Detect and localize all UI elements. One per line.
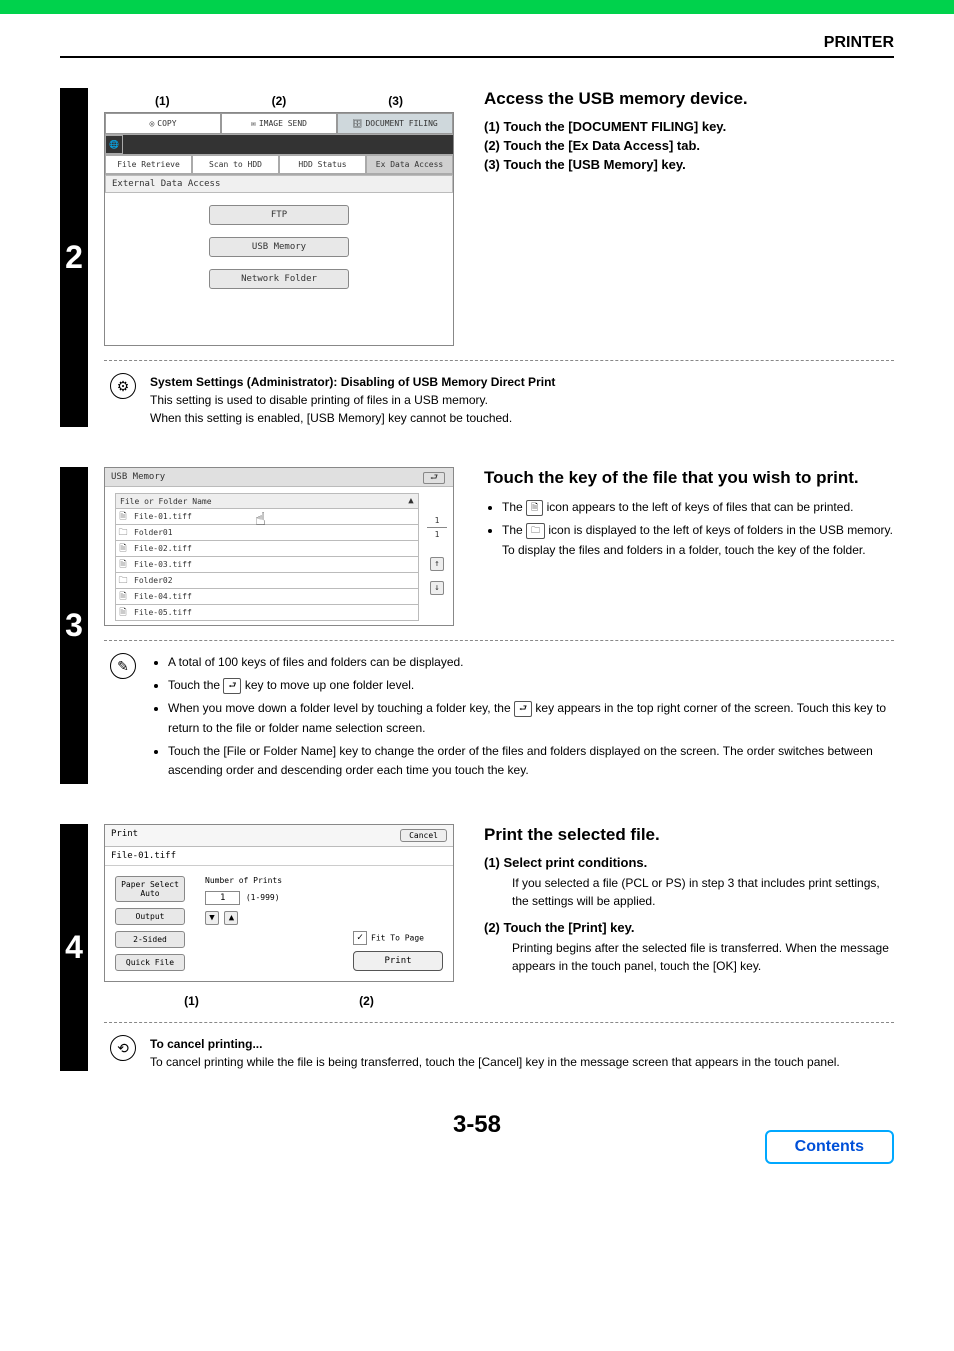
up-folder-key[interactable]: ⮐ xyxy=(423,472,445,484)
device-screen-step2: ◎COPY ✉IMAGE SEND 🗄DOCUMENT FILING 🌐 Fil… xyxy=(104,112,454,346)
btn-usb-memory[interactable]: USB Memory xyxy=(209,237,349,257)
top-green-bar xyxy=(0,0,954,14)
tab-image-send[interactable]: ✉IMAGE SEND xyxy=(221,113,337,134)
btn-file-retrieve[interactable]: File Retrieve xyxy=(105,155,192,174)
file-icon: 🗎 xyxy=(116,509,130,525)
step2-sub2: (2) Touch the [Ex Data Access] tab. xyxy=(484,138,894,153)
scroll-down-button[interactable]: ↓ xyxy=(430,581,444,595)
num-prints-value[interactable]: 1 xyxy=(205,891,240,905)
file-icon-inline: 🗎 xyxy=(526,500,543,516)
list-item[interactable]: 🗎File-01.tiff xyxy=(115,509,419,525)
scroll-up-button[interactable]: ↑ xyxy=(430,557,444,571)
globe-icon[interactable]: 🌐 xyxy=(105,135,123,154)
up-folder-icon-inline: ⮐ xyxy=(514,701,532,717)
step4-sub1: (1) Select print conditions. xyxy=(484,855,894,870)
step-number-3: 3 xyxy=(65,607,83,644)
device-screen-step3: USB Memory ⮐ File or Folder Name ▲ 🗎File… xyxy=(104,467,454,626)
btn-scan-hdd[interactable]: Scan to HDD xyxy=(192,155,279,174)
tab-document-filing[interactable]: 🗄DOCUMENT FILING xyxy=(337,113,453,134)
list-item[interactable]: 🗎File-05.tiff xyxy=(115,605,419,621)
list-item[interactable]: 🗎File-03.tiff xyxy=(115,557,419,573)
btn-network-folder[interactable]: Network Folder xyxy=(209,269,349,289)
gear-icon: ⚙ xyxy=(110,373,136,399)
file-icon: 🗎 xyxy=(116,541,130,557)
dashed-separator xyxy=(104,360,894,361)
contents-button[interactable]: Contents xyxy=(765,1130,894,1164)
list-item[interactable]: 🗀Folder02 xyxy=(115,573,419,589)
step4-cancel-note: To cancel printing... To cancel printing… xyxy=(150,1035,840,1071)
imagesend-icon: ✉ xyxy=(251,119,256,128)
step-2: 2 (1) (2) (3) ◎COPY ✉IMAGE SEND 🗄DOCUMEN… xyxy=(60,88,894,427)
step-number-4: 4 xyxy=(65,929,83,966)
cancel-round-icon: ⟲ xyxy=(110,1035,136,1061)
step2-note: System Settings (Administrator): Disabli… xyxy=(150,373,555,427)
cancel-button[interactable]: Cancel xyxy=(400,829,447,842)
step2-sub3: (3) Touch the [USB Memory] key. xyxy=(484,157,894,172)
decrement-button[interactable]: ▼ xyxy=(205,911,219,925)
label-number-of-prints: Number of Prints xyxy=(205,876,282,885)
btn-hdd-status[interactable]: HDD Status xyxy=(279,155,366,174)
step4-sub2: (2) Touch the [Print] key. xyxy=(484,920,894,935)
step-3: 3 USB Memory ⮐ File or Folder Name ▲ 🗎Fi… xyxy=(60,467,894,784)
file-icon: 🗎 xyxy=(116,605,130,621)
up-folder-icon-inline: ⮐ xyxy=(223,678,241,694)
docfiling-icon: 🗄 xyxy=(352,119,362,128)
step3-notes: A total of 100 keys of files and folders… xyxy=(150,653,894,784)
step-number-col: 3 xyxy=(60,467,88,784)
step-4: 4 Print Cancel File-01.tiff Paper Select… xyxy=(60,824,894,1071)
print-filename: File-01.tiff xyxy=(105,847,453,866)
label-range: (1-999) xyxy=(246,893,280,902)
hand-pointer-icon: ☝ xyxy=(255,509,266,530)
dashed-separator xyxy=(104,640,894,641)
list-item[interactable]: 🗎File-02.tiff xyxy=(115,541,419,557)
print-button[interactable]: Print xyxy=(353,951,443,971)
btn-paper-select[interactable]: Paper SelectAuto xyxy=(115,876,185,902)
print-title: Print xyxy=(111,829,138,842)
list-item[interactable]: 🗀Folder01 xyxy=(115,525,419,541)
page-indicator-top: 1 xyxy=(427,516,447,525)
folder-icon: 🗀 xyxy=(116,573,130,589)
label-external-data-access: External Data Access xyxy=(105,175,453,193)
step4-sub2-body: Printing begins after the selected file … xyxy=(484,939,894,975)
pencil-note-icon: ✎ xyxy=(110,653,136,679)
callout-2: (2) xyxy=(272,90,287,112)
btn-ftp[interactable]: FTP xyxy=(209,205,349,225)
list-item[interactable]: 🗎File-04.tiff xyxy=(115,589,419,605)
step4-heading: Print the selected file. xyxy=(484,824,894,845)
fit-to-page-checkbox[interactable]: ✓Fit To Page xyxy=(353,931,443,945)
sort-arrow-icon: ▲ xyxy=(404,496,418,506)
btn-output[interactable]: Output xyxy=(115,908,185,925)
callout-1: (1) xyxy=(184,994,199,1008)
step-number-col: 4 xyxy=(60,824,88,1071)
step2-sub1: (1) Touch the [DOCUMENT FILING] key. xyxy=(484,119,894,134)
device-screen-step4: Print Cancel File-01.tiff Paper SelectAu… xyxy=(104,824,454,982)
copy-icon: ◎ xyxy=(149,119,154,128)
btn-ex-data-access[interactable]: Ex Data Access xyxy=(366,155,453,174)
page-indicator-bottom: 1 xyxy=(427,530,447,539)
file-icon: 🗎 xyxy=(116,557,130,573)
step3-bullet-2: The 🗀 icon is displayed to the left of k… xyxy=(502,521,894,559)
step3-heading: Touch the key of the file that you wish … xyxy=(484,467,894,488)
file-icon: 🗎 xyxy=(116,589,130,605)
step-number-col: 2 xyxy=(60,88,88,427)
step-number-2: 2 xyxy=(65,239,83,276)
callout-1: (1) xyxy=(155,90,170,112)
step4-sub1-body: If you selected a file (PCL or PS) in st… xyxy=(484,874,894,910)
tab-copy[interactable]: ◎COPY xyxy=(105,113,221,134)
dashed-separator xyxy=(104,1022,894,1023)
btn-quick-file[interactable]: Quick File xyxy=(115,954,185,971)
step3-bullet-1: The 🗎 icon appears to the left of keys o… xyxy=(502,498,894,517)
folder-icon: 🗀 xyxy=(116,525,130,541)
file-folder-name-header[interactable]: File or Folder Name ▲ xyxy=(115,493,419,509)
page-header-printer: PRINTER xyxy=(60,34,894,58)
usb-memory-title: USB Memory ⮐ xyxy=(105,468,453,487)
step2-heading: Access the USB memory device. xyxy=(484,88,894,109)
btn-2sided[interactable]: 2-Sided xyxy=(115,931,185,948)
callout-2: (2) xyxy=(359,994,374,1008)
folder-icon-inline: 🗀 xyxy=(526,523,545,539)
increment-button[interactable]: ▲ xyxy=(224,911,238,925)
callout-3: (3) xyxy=(388,90,403,112)
